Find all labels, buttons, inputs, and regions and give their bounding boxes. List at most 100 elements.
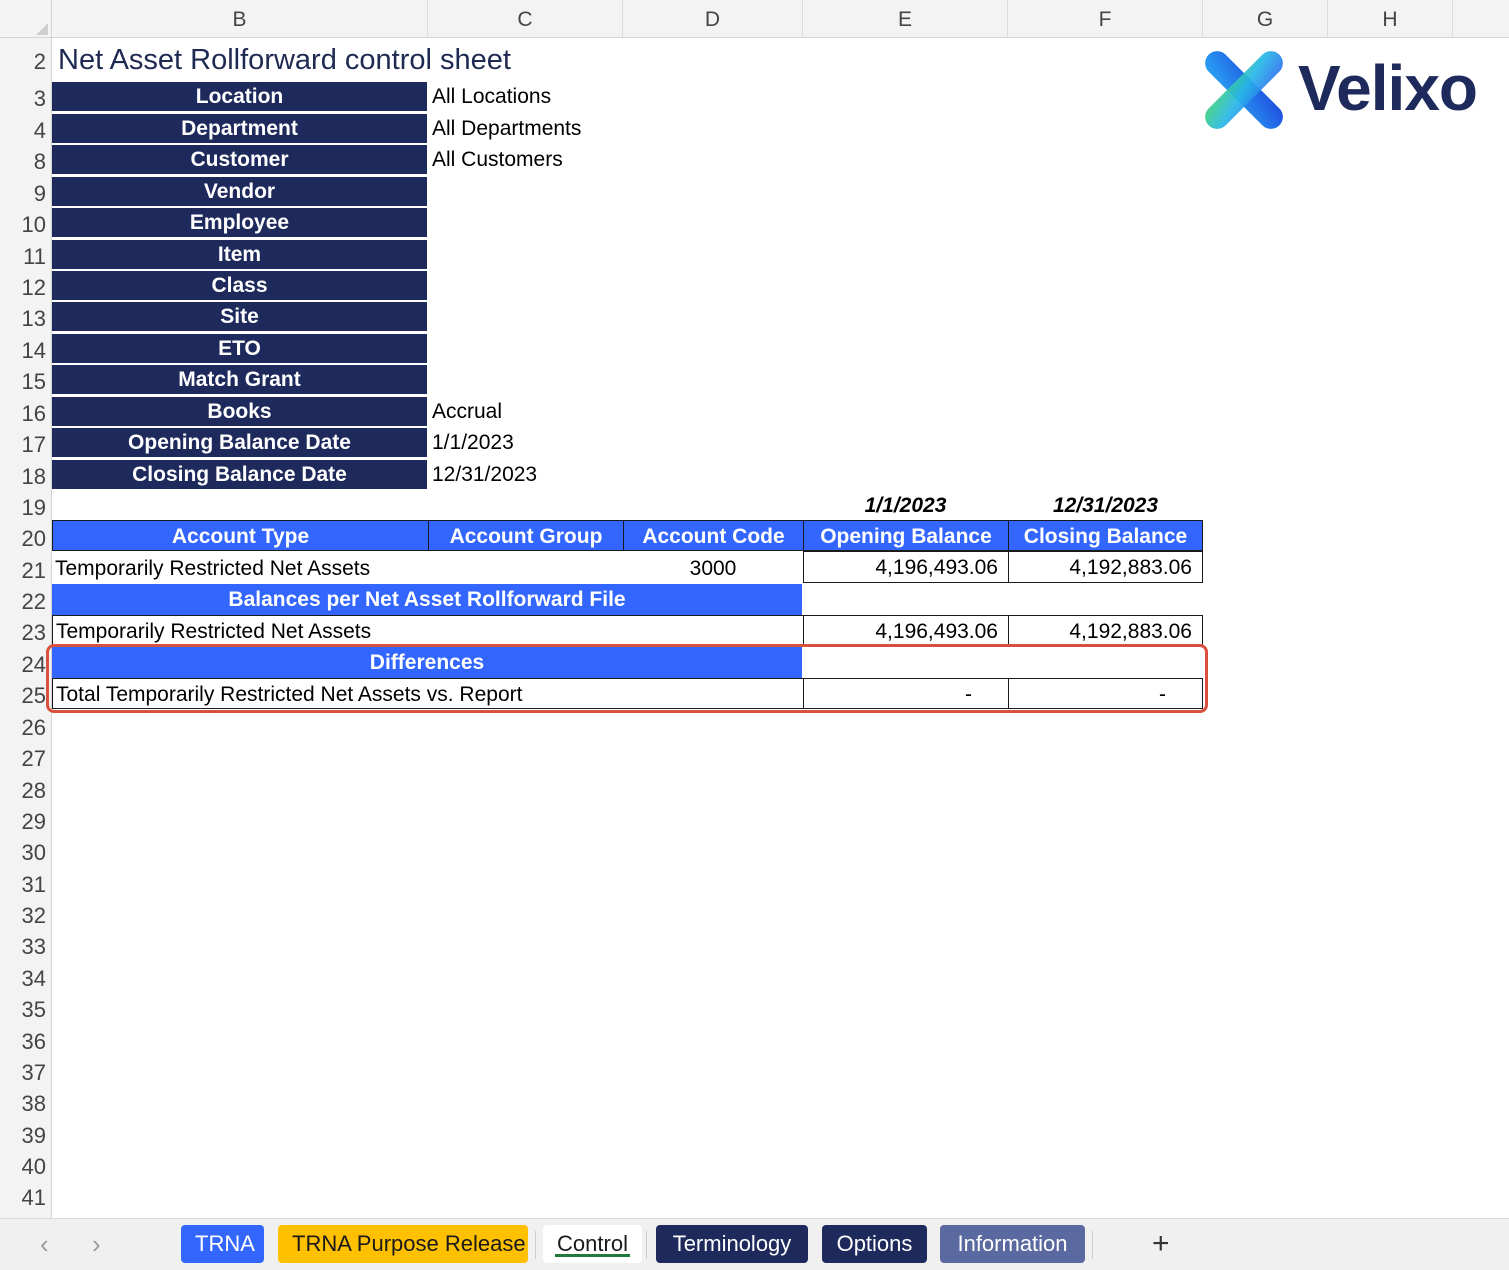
row21-account-code[interactable]: 3000 [623,553,803,584]
row21-account-type[interactable]: Temporarily Restricted Net Assets [55,553,425,584]
row23-closing-balance[interactable]: 4,192,883.06 [1008,615,1203,647]
row-header-19[interactable]: 19 [0,492,46,523]
sheet-tab-label: Control [557,1231,628,1256]
sheet-tab-bar: ‹ › TRNA TRNA Purpose Release Control Termi… [0,1218,1509,1270]
column-header-g[interactable]: G [1203,0,1328,38]
row-header-24[interactable]: 24 [0,649,46,680]
row-header-33[interactable]: 33 [0,931,46,962]
row-header-26[interactable]: 26 [0,712,46,743]
column-header-bar: B C D E F G H [0,0,1509,38]
column-header-h[interactable]: H [1328,0,1453,38]
row-header-39[interactable]: 39 [0,1120,46,1151]
row-header-21[interactable]: 21 [0,555,46,586]
row-header-37[interactable]: 37 [0,1057,46,1088]
row-header-14[interactable]: 14 [0,335,46,366]
filter-label-eto: ETO [52,334,427,363]
row-header-9[interactable]: 9 [0,178,46,209]
add-sheet-icon[interactable]: + [1152,1225,1170,1263]
row-header-13[interactable]: 13 [0,303,46,334]
active-tab-underline [555,1254,630,1257]
table-header-account-type: Account Type [52,520,429,551]
sheet-tab-label: Information [957,1231,1068,1256]
select-all-corner[interactable] [0,0,52,38]
row-header-35[interactable]: 35 [0,994,46,1025]
row21-closing-balance[interactable]: 4,192,883.06 [1008,551,1203,583]
filter-value-department[interactable]: All Departments [432,114,581,143]
row-header-34[interactable]: 34 [0,963,46,994]
row-header-4[interactable]: 4 [0,115,46,146]
tab-separator [535,1231,536,1259]
column-header-b[interactable]: B [52,0,428,38]
differences-highlight-box [46,644,1208,713]
row-header-11[interactable]: 11 [0,241,46,272]
filter-value-location[interactable]: All Locations [432,82,551,111]
table-header-closing-balance: Closing Balance [1008,520,1203,551]
row-header-18[interactable]: 18 [0,461,46,492]
sheet-tab-trna[interactable]: TRNA [181,1225,264,1263]
sheet-tab-terminology[interactable]: Terminology [656,1225,808,1263]
column-header-c[interactable]: C [428,0,623,38]
filter-value-closing-balance-date[interactable]: 12/31/2023 [432,460,537,489]
row-header-41[interactable]: 41 [0,1182,46,1213]
filter-label-class: Class [52,271,427,300]
row-header-25[interactable]: 25 [0,680,46,711]
sheet-tab-trna-purpose-release[interactable]: TRNA Purpose Release [278,1225,528,1263]
row-header-15[interactable]: 15 [0,366,46,397]
filter-label-department: Department [52,114,427,143]
row-header-32[interactable]: 32 [0,900,46,931]
row-header-12[interactable]: 12 [0,272,46,303]
row-header-10[interactable]: 10 [0,209,46,240]
tab-separator [1092,1231,1093,1259]
filter-label-item: Item [52,240,427,269]
row-header-31[interactable]: 31 [0,869,46,900]
row-header-3[interactable]: 3 [0,83,46,114]
filter-value-books[interactable]: Accrual [432,397,502,426]
row-header-8[interactable]: 8 [0,146,46,177]
filter-label-opening-balance-date: Opening Balance Date [52,428,427,457]
row-header-bar: 2 3 4 8 9 10 11 12 13 14 15 16 17 18 19 20 21 22 23 24 25 26 2… [0,38,52,1218]
column-header-d[interactable]: D [623,0,803,38]
row-header-30[interactable]: 30 [0,837,46,868]
row21-opening-balance[interactable]: 4,196,493.06 [803,551,1009,583]
sheet-tab-label: Options [836,1231,913,1256]
filter-label-books: Books [52,397,427,426]
sheet-tab-label: Terminology [672,1231,792,1256]
table-header-account-group: Account Group [428,520,624,551]
filter-label-closing-balance-date: Closing Balance Date [52,460,427,489]
filter-label-site: Site [52,302,427,331]
sheet-title: Net Asset Rollforward control sheet [58,44,511,76]
sheet-tab-control[interactable]: Control [543,1225,642,1263]
row-header-22[interactable]: 22 [0,586,46,617]
row23-opening-balance[interactable]: 4,196,493.06 [803,615,1009,647]
row-header-28[interactable]: 28 [0,775,46,806]
filter-value-opening-balance-date[interactable]: 1/1/2023 [432,428,514,457]
filter-value-customer[interactable]: All Customers [432,145,563,174]
row-header-16[interactable]: 16 [0,398,46,429]
sheet-tab-information[interactable]: Information [940,1225,1085,1263]
filter-label-customer: Customer [52,145,427,174]
row-header-17[interactable]: 17 [0,429,46,460]
closing-date-header: 12/31/2023 [1052,494,1159,517]
filter-label-location: Location [52,82,427,111]
row-header-40[interactable]: 40 [0,1151,46,1182]
table-header-account-code: Account Code [623,520,804,551]
column-header-e[interactable]: E [803,0,1008,38]
row-header-27[interactable]: 27 [0,743,46,774]
row-header-38[interactable]: 38 [0,1088,46,1119]
previous-sheet-icon[interactable]: ‹ [40,1229,49,1259]
row-header-20[interactable]: 20 [0,523,46,554]
row-header-2[interactable]: 2 [0,46,46,77]
velixo-logo-text: Velixo [1298,52,1478,124]
balances-section-header: Balances per Net Asset Rollforward File [52,584,802,615]
column-header-f[interactable]: F [1008,0,1203,38]
sheet-tab-label: TRNA [195,1231,255,1256]
filter-label-employee: Employee [52,208,427,237]
sheet-tab-options[interactable]: Options [822,1225,927,1263]
row23-label-cell[interactable]: Temporarily Restricted Net Assets [52,615,804,647]
tab-separator [646,1231,647,1259]
row-header-29[interactable]: 29 [0,806,46,837]
next-sheet-icon[interactable]: › [92,1229,101,1259]
row-header-36[interactable]: 36 [0,1026,46,1057]
row-header-23[interactable]: 23 [0,617,46,648]
opening-date-header: 1/1/2023 [864,494,947,517]
